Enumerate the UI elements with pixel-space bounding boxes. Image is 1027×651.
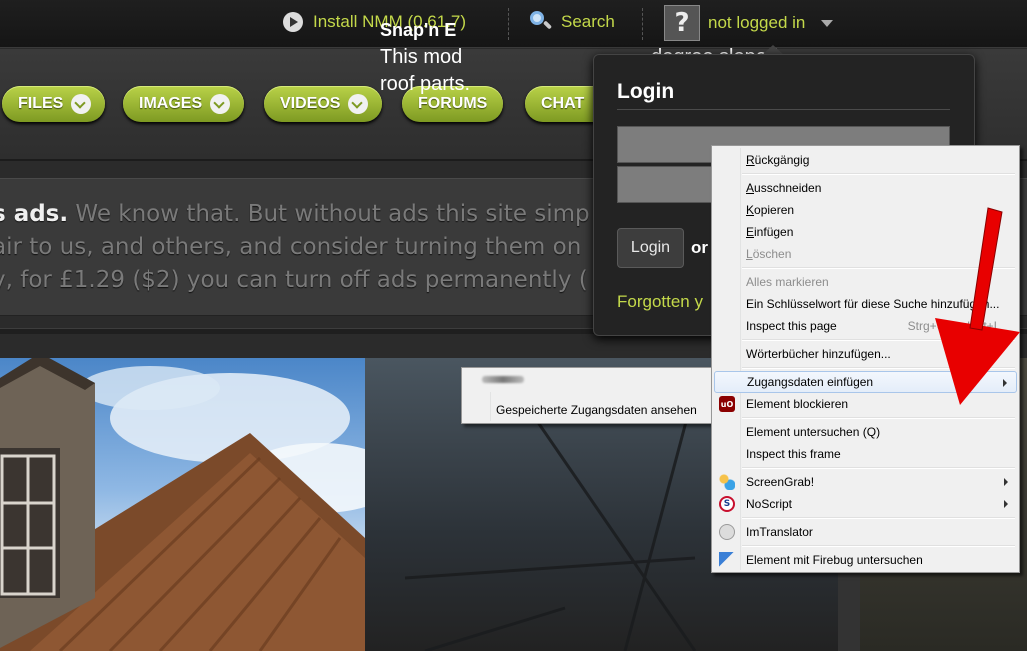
menu-item-undo[interactable]: Rückgängig [714,149,1017,171]
barn-roof-image [0,358,365,651]
search-label: Search [561,12,615,31]
menu-item-imtranslator[interactable]: ImTranslator [714,521,1017,543]
menu-item-label: Kopieren [746,203,795,217]
redacted-credential-entry[interactable] [482,376,524,383]
menu-item-label: Alles markieren [746,275,829,289]
menu-item-inspect-frame[interactable]: Inspect this frame [714,443,1017,465]
menu-item-label: Zugangsdaten einfügen [747,375,874,389]
menu-separator [742,467,1015,469]
featured-image[interactable] [0,358,365,651]
menu-separator [742,417,1015,419]
submenu-arrow-icon [1004,500,1008,508]
menu-item-label: Löschen [746,247,792,261]
topbar-divider [642,8,643,40]
topbar-divider [508,8,509,40]
menu-item-label: Inspect this frame [746,447,841,461]
menu-item-label: Ausschneiden [746,181,822,195]
menu-item-label: Wörterbücher hinzufügen... [746,347,891,361]
menu-item-label: Element blockieren [746,397,849,411]
menu-separator [742,173,1015,175]
play-icon [283,12,303,32]
firebug-icon [719,552,735,568]
noscript-icon: S [719,496,735,512]
menu-separator [742,517,1015,519]
user-status-label: not logged in [708,13,806,32]
avatar: ? [664,5,700,41]
ads-notice-text: We know that. But without ads this site … [68,201,590,227]
menu-gutter [490,392,491,421]
ads-notice-line: air to us, and others, and consider turn… [0,234,582,260]
menu-item-label: Einfügen [746,225,794,239]
login-title: Login [617,80,675,103]
menu-item-label: Element mit Firebug untersuchen [746,553,923,567]
ublock-icon: uO [719,396,735,412]
mod-title[interactable]: Snap'n E [380,20,456,41]
menu-item-label: Inspect this page [746,319,837,333]
screengrab-icon [719,474,735,490]
menu-item-label: Element untersuchen (Q) [746,425,881,439]
search-link[interactable]: Search [530,9,615,35]
nav-videos-label: VIDEOS [280,95,341,112]
ads-notice-bold: s ads. [0,201,69,227]
imtranslator-icon [719,524,735,540]
menu-item-label: NoScript [746,497,793,511]
user-menu[interactable]: ? not logged in [664,5,834,41]
chevron-down-icon[interactable] [348,94,369,114]
nav-files-button[interactable]: FILES [2,86,106,122]
menu-item-label: Rückgängig [746,153,810,167]
menu-item-screengrab[interactable]: ScreenGrab! [714,471,1017,493]
ads-notice-line: s ads. We know that. But without ads thi… [0,201,590,227]
menu-item-inspect-element[interactable]: Element untersuchen (Q) [714,421,1017,443]
search-icon [530,11,553,33]
ads-notice-line: y, for £1.29 ($2) you can turn off ads p… [0,267,588,293]
nav-videos-button[interactable]: VIDEOS [264,86,383,122]
annotation-arrow-icon [935,207,1020,405]
menu-item-label: ImTranslator [746,525,813,539]
menu-item-label: ScreenGrab! [746,475,815,489]
menu-item-noscript[interactable]: S NoScript [714,493,1017,515]
login-or-text: or [691,238,708,257]
chevron-down-icon[interactable] [210,94,231,114]
menu-separator [742,545,1015,547]
forgotten-password-link[interactable]: Forgotten y [617,292,703,312]
submenu-arrow-icon [1004,478,1008,486]
top-bar: Install NMM (0.61.7) Search ? not logged… [0,0,1027,48]
menu-item-firebug[interactable]: Element mit Firebug untersuchen [714,549,1017,571]
chevron-down-icon [821,19,834,27]
nav-images-label: IMAGES [139,95,203,112]
nav-images-button[interactable]: IMAGES [123,86,245,122]
chevron-down-icon[interactable] [71,94,92,114]
menu-item-cut[interactable]: Ausschneiden [714,177,1017,199]
nav-files-label: FILES [18,95,64,112]
login-divider [617,109,950,110]
credentials-submenu: Gespeicherte Zugangsdaten ansehen [461,367,715,424]
view-saved-credentials-item[interactable]: Gespeicherte Zugangsdaten ansehen [496,403,697,417]
login-button[interactable]: Login [617,228,684,268]
